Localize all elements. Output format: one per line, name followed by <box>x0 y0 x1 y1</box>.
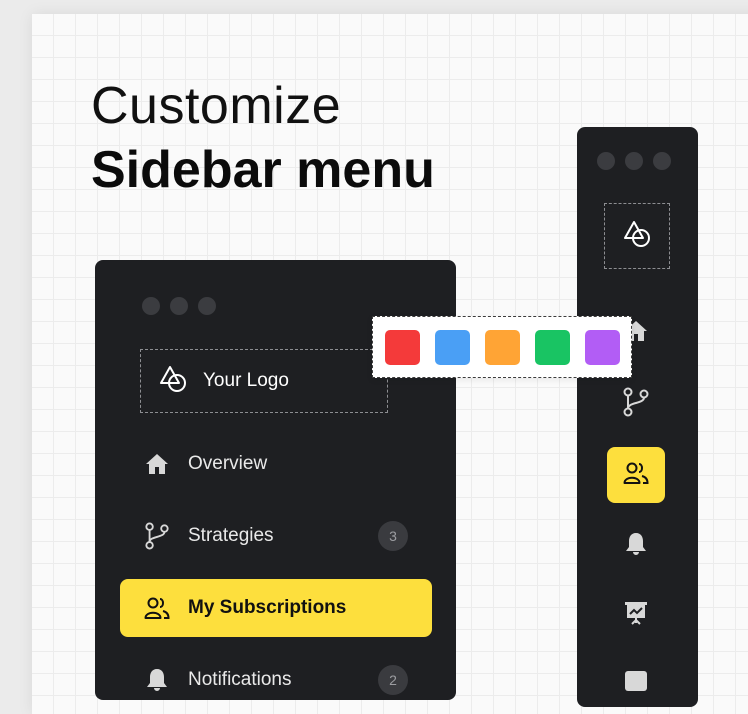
color-swatch-purple[interactable] <box>584 329 620 365</box>
users-icon <box>144 596 170 620</box>
sidebar-item-label: Notifications <box>188 669 292 690</box>
window-dot[interactable] <box>653 152 671 170</box>
sidebar-collapsed <box>577 127 698 707</box>
logo-label: Your Logo <box>203 370 289 391</box>
presentation-icon <box>624 601 648 630</box>
bell-icon <box>625 532 647 561</box>
color-palette <box>372 316 632 378</box>
logo-placeholder-small[interactable] <box>604 203 670 269</box>
sidebar-item-notifications[interactable]: Notifications 2 <box>120 651 432 709</box>
sidebar-item-overview[interactable]: Overview <box>120 435 432 493</box>
color-swatch-blue[interactable] <box>434 329 470 365</box>
rail-item-subscriptions[interactable] <box>607 447 665 503</box>
users-icon <box>623 461 649 490</box>
heading-sidebar-menu: Sidebar menu <box>91 141 435 199</box>
home-icon <box>144 453 170 475</box>
sidebar-item-my-subscriptions[interactable]: My Subscriptions <box>120 579 432 637</box>
window-dot[interactable] <box>625 152 643 170</box>
color-swatch-red[interactable] <box>384 329 420 365</box>
logo-icon <box>621 218 653 255</box>
window-controls <box>597 152 671 170</box>
inbox-icon <box>624 670 648 697</box>
rail-item-notifications[interactable] <box>607 518 665 574</box>
rail-item-reports[interactable] <box>607 587 665 643</box>
branch-icon <box>144 521 170 551</box>
sidebar-item-label: Strategies <box>188 525 274 546</box>
heading-customize: Customize <box>91 77 342 135</box>
window-dot[interactable] <box>170 297 188 315</box>
color-swatch-green[interactable] <box>534 329 570 365</box>
window-dot[interactable] <box>198 297 216 315</box>
color-swatch-orange[interactable] <box>484 329 520 365</box>
count-badge: 3 <box>378 521 408 551</box>
count-badge: 2 <box>378 665 408 695</box>
sidebar-item-strategies[interactable]: Strategies 3 <box>120 507 432 565</box>
logo-icon <box>157 363 189 400</box>
rail-item-inbox[interactable] <box>607 655 665 711</box>
branch-icon <box>622 387 650 422</box>
logo-placeholder[interactable]: Your Logo <box>140 349 388 413</box>
sidebar-item-label: Overview <box>188 453 268 474</box>
bell-icon <box>144 668 170 692</box>
window-controls <box>142 297 216 315</box>
rail-item-strategies[interactable] <box>607 376 665 432</box>
window-dot[interactable] <box>597 152 615 170</box>
window-dot[interactable] <box>142 297 160 315</box>
sidebar-item-label: My Subscriptions <box>188 597 347 618</box>
